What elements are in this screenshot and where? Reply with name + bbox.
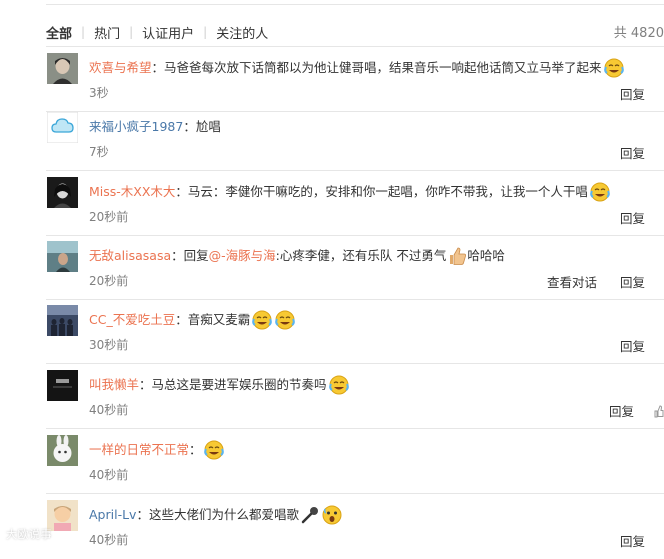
comment-text: ：马爸爸每次放下话筒都以为他让健哥唱，结果音乐一响起他话筒又立马举了起来 [151,60,602,75]
laugh-cry-emoji [274,310,296,333]
microphone-emoji [300,505,320,528]
comment-text-suffix: 哈哈哈 [467,248,505,263]
timestamp: 20秒前 [89,274,129,288]
watermark-text: 大欧说事 [6,528,52,541]
comment-item: 叫我懒羊：马总这是要进军娱乐圈的节奏吗 40秒前 回复 [0,364,664,429]
username-link[interactable]: 来福小疯子1987 [89,119,183,134]
reply-button[interactable]: 回复 [620,336,645,355]
reply-button[interactable]: 回复 [620,208,645,227]
top-border [46,4,664,5]
timestamp: 7秒 [89,145,109,159]
avatar[interactable] [47,305,78,336]
tab-hot[interactable]: 热门 [94,23,120,42]
username-link[interactable]: 叫我懒羊 [89,377,139,392]
comment-body: April-Lv：这些大佬们为什么都爱唱歌 [89,504,343,528]
timestamp: 40秒前 [89,533,129,547]
username-link[interactable]: April-Lv [89,507,136,522]
reply-button[interactable]: 回复 [609,401,634,420]
watermark-logo: 大欧说事 [6,526,52,542]
avatar[interactable] [47,53,78,84]
tab-verified-users[interactable]: 认证用户 [142,23,194,42]
tab-all[interactable]: 全部 [46,23,72,42]
avatar[interactable] [47,177,78,208]
comment-item: 一样的日常不正常： 40秒前 [0,429,664,494]
username-link[interactable]: 欢喜与希望 [89,60,152,75]
comment-text: ： [189,442,202,457]
thumbs-up-emoji [447,246,467,269]
reply-button[interactable]: 回复 [620,84,645,103]
tab-separator: | [129,25,134,39]
filter-tabs: 全部 | 热门 | 认证用户 | 关注的人 [46,22,268,42]
laugh-cry-emoji [603,58,625,81]
comment-item: April-Lv：这些大佬们为什么都爱唱歌 40秒前 回复 [0,494,664,559]
comment-item: CC_不爱吃土豆：音痴又麦霸 30秒前 回复 [0,299,664,364]
reply-button[interactable]: 回复 [620,143,645,162]
comment-text: ：这些大佬们为什么都爱唱歌 [136,507,299,522]
comment-item: 欢喜与希望：马爸爸每次放下话筒都以为他让健哥唱，结果音乐一响起他话筒又立马举了起… [0,47,664,112]
laugh-cry-emoji [203,440,225,463]
comment-text: ：音痴又麦霸 [175,312,251,327]
reply-button[interactable]: 回复 [620,272,645,291]
comment-body: 一样的日常不正常： [89,439,225,463]
comment-body: 叫我懒羊：马总这是要进军娱乐圈的节奏吗 [89,374,350,398]
comment-body: 无敌alisasasa：回复@-海豚与海:心疼李健，还有乐队 不过勇气 哈哈哈 [89,245,505,269]
tab-separator: | [81,25,86,39]
comment-body: 欢喜与希望：马爸爸每次放下话筒都以为他让健哥唱，结果音乐一响起他话筒又立马举了起… [89,57,625,81]
timestamp: 40秒前 [89,468,129,482]
reply-button[interactable]: 回复 [620,531,645,550]
avatar[interactable] [47,435,78,466]
comment-item: 来福小疯子1987：尬唱 7秒 回复 [0,106,664,171]
mention-link[interactable]: @-海豚与海 [209,248,276,263]
comment-text: ：尬唱 [183,119,221,134]
comment-text: ：马云：李健你干嘛吃的，安排和你一起唱，你咋不带我，让我一个人干唱 [175,184,588,199]
avatar[interactable] [47,112,78,143]
shocked-emoji [321,505,343,528]
comment-body: Miss-木XX木大：马云：李健你干嘛吃的，安排和你一起唱，你咋不带我，让我一个… [89,181,611,205]
laugh-cry-emoji [328,375,350,398]
avatar[interactable] [47,241,78,272]
comment-count: 共 4820 [613,26,664,41]
thumbs-up-icon[interactable] [654,404,664,418]
timestamp: 3秒 [89,86,109,100]
timestamp: 30秒前 [89,338,129,352]
comment-text: ：马总这是要进军娱乐圈的节奏吗 [139,377,327,392]
comment-body: CC_不爱吃土豆：音痴又麦霸 [89,309,296,333]
tab-following[interactable]: 关注的人 [216,23,268,42]
comment-body: 来福小疯子1987：尬唱 [89,116,221,135]
avatar[interactable] [47,370,78,401]
comment-text-prefix: ：回复 [171,248,209,263]
username-link[interactable]: Miss-木XX木大 [89,184,175,199]
laugh-cry-emoji [589,182,611,205]
username-link[interactable]: 无敌alisasasa [89,248,171,263]
timestamp: 40秒前 [89,403,129,417]
username-link[interactable]: CC_不爱吃土豆 [89,312,175,327]
view-conversation-button[interactable]: 查看对话 [547,272,597,291]
comment-item: 无敌alisasasa：回复@-海豚与海:心疼李健，还有乐队 不过勇气 哈哈哈 2… [0,235,664,300]
timestamp: 20秒前 [89,210,129,224]
tab-separator: | [203,25,208,39]
username-link[interactable]: 一样的日常不正常 [89,442,189,457]
comment-item: Miss-木XX木大：马云：李健你干嘛吃的，安排和你一起唱，你咋不带我，让我一个… [0,171,664,236]
laugh-cry-emoji [251,310,273,333]
comment-text: :心疼李健，还有乐队 不过勇气 [275,248,447,263]
